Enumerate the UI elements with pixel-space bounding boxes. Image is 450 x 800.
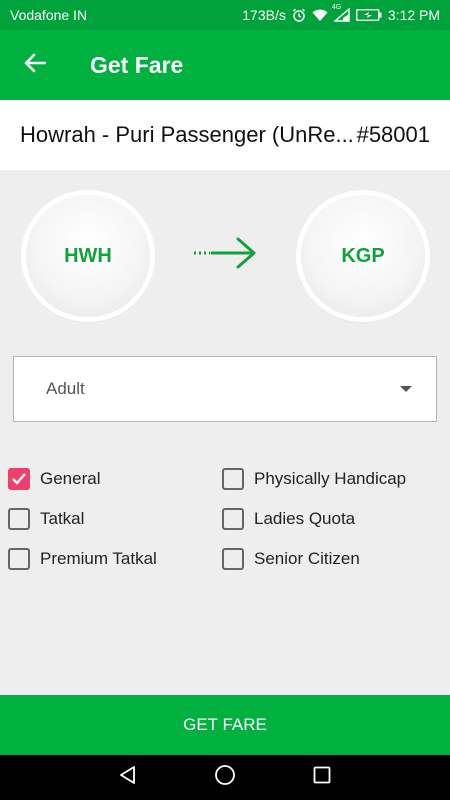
page-title: Get Fare [90,51,184,78]
from-station-code: HWH [64,244,112,267]
quota-label: Ladies Quota [254,509,356,528]
wifi-icon [312,9,328,22]
status-icons: 173B/s 4G 3:12 PM [242,4,440,23]
checkbox-icon[interactable] [222,468,244,490]
checkbox-checked-icon[interactable] [8,468,30,490]
circle-home-icon [214,764,236,791]
to-station[interactable]: KGP [301,195,425,317]
route-section: HWH KGP [0,195,450,317]
passenger-type-value: Adult [46,379,85,398]
quota-ladies[interactable]: Ladies Quota [222,508,355,530]
to-station-code: KGP [341,244,385,267]
alarm-icon [292,8,306,22]
passenger-type-select[interactable]: Adult [13,356,437,422]
train-name: Howrah - Puri Passenger (UnRe... [20,122,354,147]
system-nav-bar [0,755,450,800]
checkbox-icon[interactable] [8,548,30,570]
quota-label: Physically Handicap [254,469,407,488]
carrier-label: Vodafone IN [10,7,88,23]
quota-label: Premium Tatkal [40,549,157,568]
get-fare-label: GET FARE [183,715,267,734]
quota-label: Senior Citizen [254,549,360,568]
network-type: 4G [331,4,342,11]
square-recents-icon [313,766,331,789]
quota-physically-handicap[interactable]: Physically Handicap [222,468,406,490]
nav-home-button[interactable] [205,758,245,798]
from-station[interactable]: HWH [26,195,150,317]
back-button[interactable] [0,30,70,100]
app-bar: Get Fare [0,30,450,100]
nav-back-button[interactable] [108,758,148,798]
get-fare-button[interactable]: GET FARE [0,695,450,755]
clock-time: 3:12 PM [387,7,440,23]
train-number: #58001 [356,122,430,147]
network-speed: 173B/s [242,7,286,23]
triangle-back-icon [118,765,138,790]
checkbox-icon[interactable] [8,508,30,530]
status-bar: Vodafone IN 173B/s 4G 3:12 PM [0,0,450,30]
dotted-arrow-right-icon [190,235,260,276]
arrow-left-icon [24,53,47,78]
battery-icon [355,9,382,21]
train-header: Howrah - Puri Passenger (UnRe... #58001 [0,100,450,170]
caret-down-icon [400,386,412,392]
quota-premium-tatkal[interactable]: Premium Tatkal [8,548,157,570]
quota-label: General [40,469,101,488]
signal-icon: 4G [332,4,350,22]
quota-label: Tatkal [40,509,85,528]
nav-recents-button[interactable] [302,758,342,798]
quota-general[interactable]: General [8,468,100,490]
quota-tatkal[interactable]: Tatkal [8,508,84,530]
quota-senior-citizen[interactable]: Senior Citizen [222,548,360,570]
checkbox-icon[interactable] [222,548,244,570]
checkbox-icon[interactable] [222,508,244,530]
